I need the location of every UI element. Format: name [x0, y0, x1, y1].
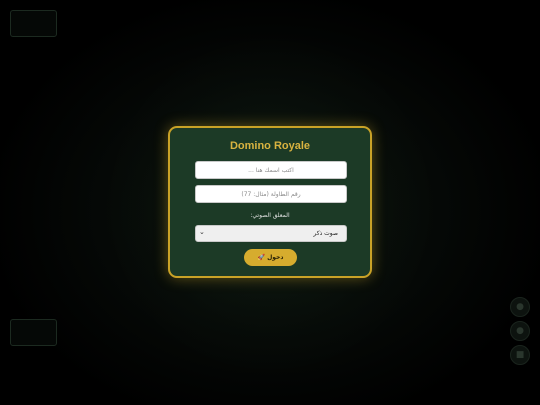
login-dialog: Domino Royale المعلق الصوتي: صوت ذكر ⌄ د…: [168, 126, 372, 278]
mic-icon[interactable]: ●: [510, 321, 530, 341]
top-status-area: [228, 10, 318, 24]
player-slot-top-left: [10, 10, 57, 37]
game-stage: ● ● ■ Domino Royale المعلق الصوتي: صوت ذ…: [0, 0, 540, 405]
camera-icon[interactable]: ■: [510, 345, 530, 365]
mic-icon[interactable]: ●: [510, 297, 530, 317]
enter-button[interactable]: دخول 🚀: [244, 249, 297, 266]
voice-select-value: صوت ذكر: [313, 230, 338, 237]
room-number-input[interactable]: [195, 185, 347, 203]
player-name-input[interactable]: [195, 161, 347, 179]
dialog-title: Domino Royale: [229, 140, 311, 152]
voice-select[interactable]: صوت ذكر ⌄: [195, 225, 347, 242]
voice-commentator-label: المعلق الصوتي:: [250, 212, 290, 219]
chevron-down-icon: ⌄: [199, 228, 205, 236]
player-slot-bottom-left: [10, 319, 57, 346]
